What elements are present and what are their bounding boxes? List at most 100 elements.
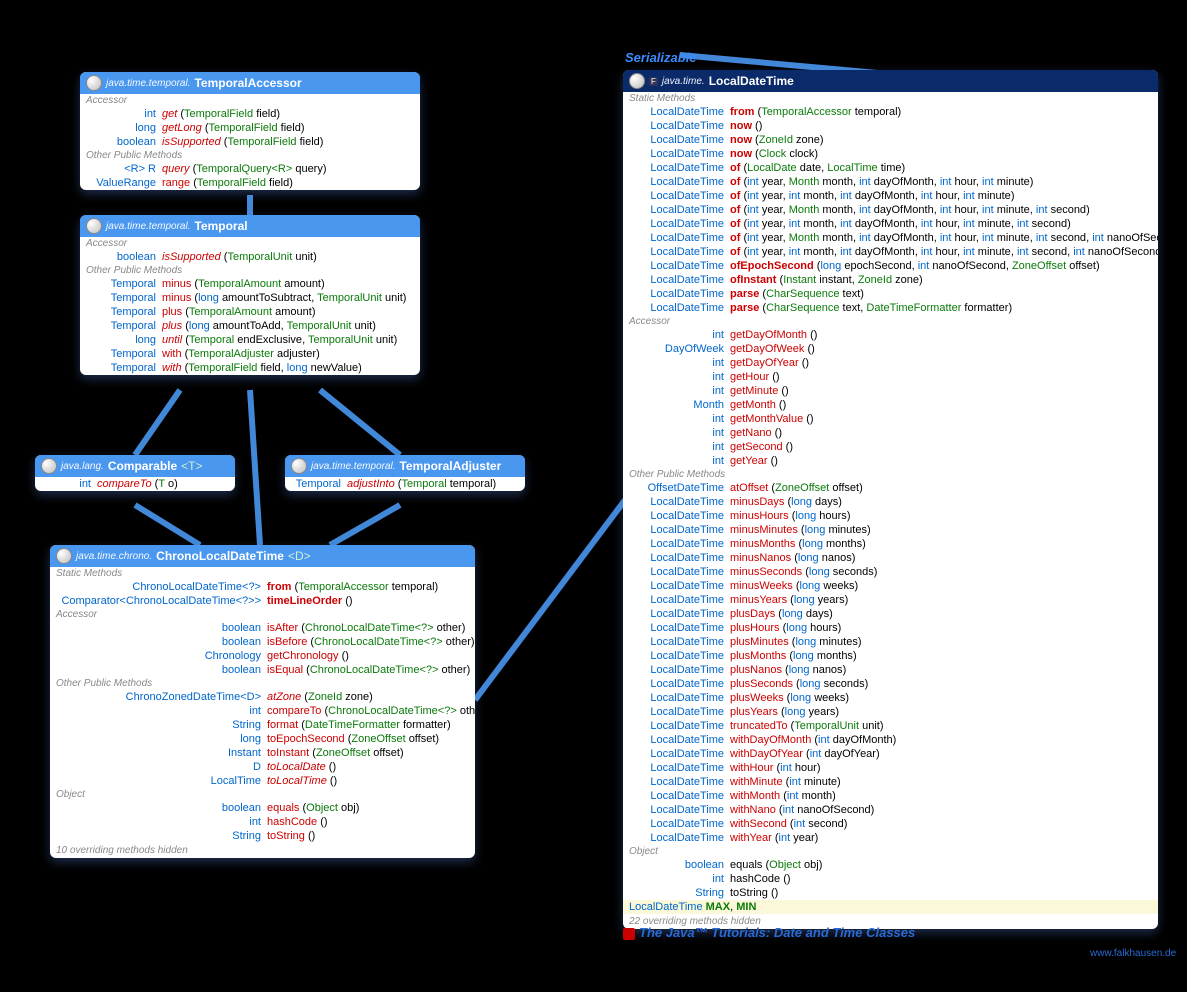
fields-row: LocalDateTime MAX, MIN <box>623 900 1158 914</box>
section-label: Static Methods <box>623 92 1158 105</box>
method-row: intcompareTo (ChronoLocalDateTime<?> oth… <box>50 704 475 718</box>
method-row: Temporalwith (TemporalAdjuster adjuster) <box>80 347 420 361</box>
box-header: Fjava.time.LocalDateTime <box>623 70 1158 92</box>
method-row: LocalDateTimetruncatedTo (TemporalUnit u… <box>623 719 1158 733</box>
method-row: booleanisSupported (TemporalField field) <box>80 135 420 149</box>
method-row: LocalDateTimeplusMinutes (long minutes) <box>623 635 1158 649</box>
section-label: Other Public Methods <box>80 264 420 277</box>
method-row: intgetMonthValue () <box>623 412 1158 426</box>
method-row: longgetLong (TemporalField field) <box>80 121 420 135</box>
method-row: booleanisAfter (ChronoLocalDateTime<?> o… <box>50 621 475 635</box>
method-row: intgetMinute () <box>623 384 1158 398</box>
method-row: LocalDateTimeof (LocalDate date, LocalTi… <box>623 161 1158 175</box>
box-temporal-adjuster: java.time.temporal.TemporalAdjusterTempo… <box>285 455 525 491</box>
method-row: booleanequals (Object obj) <box>623 858 1158 872</box>
method-row: LocalDateTimeminusHours (long hours) <box>623 509 1158 523</box>
method-row: OffsetDateTimeatOffset (ZoneOffset offse… <box>623 481 1158 495</box>
method-row: LocalDateTimeplusWeeks (long weeks) <box>623 691 1158 705</box>
box-comparable: java.lang.Comparable<T>intcompareTo (T o… <box>35 455 235 491</box>
method-row: LocalDateTimeofInstant (Instant instant,… <box>623 273 1158 287</box>
method-row: ChronoZonedDateTime<D>atZone (ZoneId zon… <box>50 690 475 704</box>
method-row: LocalDateTimewithMinute (int minute) <box>623 775 1158 789</box>
method-row: LocalDateTimewithHour (int hour) <box>623 761 1158 775</box>
method-row: LocalDateTimeplusYears (long years) <box>623 705 1158 719</box>
method-row: LocalDateTimeminusNanos (long nanos) <box>623 551 1158 565</box>
method-row: booleanisSupported (TemporalUnit unit) <box>80 250 420 264</box>
method-row: LocalDateTimewithSecond (int second) <box>623 817 1158 831</box>
method-row: Temporalminus (long amountToSubtract, Te… <box>80 291 420 305</box>
box-header: java.time.temporal.TemporalAdjuster <box>285 455 525 477</box>
method-row: intgetDayOfMonth () <box>623 328 1158 342</box>
method-row: intgetHour () <box>623 370 1158 384</box>
method-row: Temporalwith (TemporalField field, long … <box>80 361 420 375</box>
method-row: LocalDateTimewithMonth (int month) <box>623 789 1158 803</box>
box-header: java.time.temporal.TemporalAccessor <box>80 72 420 94</box>
box-header: java.lang.Comparable<T> <box>35 455 235 477</box>
method-row: longtoEpochSecond (ZoneOffset offset) <box>50 732 475 746</box>
method-row: Temporalplus (long amountToAdd, Temporal… <box>80 319 420 333</box>
method-row: longuntil (Temporal endExclusive, Tempor… <box>80 333 420 347</box>
method-row: LocalDateTimeof (int year, Month month, … <box>623 203 1158 217</box>
method-row: LocalDateTimeplusSeconds (long seconds) <box>623 677 1158 691</box>
method-row: intget (TemporalField field) <box>80 107 420 121</box>
footer-link[interactable]: The Java™ Tutorials: Date and Time Class… <box>623 925 915 940</box>
class-icon <box>41 458 57 474</box>
section-label: Other Public Methods <box>50 677 475 690</box>
section-label: Accessor <box>50 608 475 621</box>
section-label: Accessor <box>80 94 420 107</box>
class-icon <box>86 218 102 234</box>
method-row: LocalDateTimeof (int year, int month, in… <box>623 189 1158 203</box>
section-label: Accessor <box>623 315 1158 328</box>
method-row: StringtoString () <box>50 829 475 843</box>
method-row: LocalDateTimenow (ZoneId zone) <box>623 133 1158 147</box>
section-label: Object <box>623 845 1158 858</box>
method-row: ChronologygetChronology () <box>50 649 475 663</box>
method-row: LocalDateTimeof (int year, Month month, … <box>623 175 1158 189</box>
method-row: intgetDayOfYear () <box>623 356 1158 370</box>
method-row: LocalDateTimeplusMonths (long months) <box>623 649 1158 663</box>
method-row: StringtoString () <box>623 886 1158 900</box>
method-row: Temporalplus (TemporalAmount amount) <box>80 305 420 319</box>
method-row: LocalDateTimeplusHours (long hours) <box>623 621 1158 635</box>
method-row: LocalDateTimeminusYears (long years) <box>623 593 1158 607</box>
box-temporal-accessor: java.time.temporal.TemporalAccessorAcces… <box>80 72 420 190</box>
method-row: MonthgetMonth () <box>623 398 1158 412</box>
method-row: DtoLocalDate () <box>50 760 475 774</box>
method-row: LocalDateTimewithDayOfYear (int dayOfYea… <box>623 747 1158 761</box>
serializable-label: Serializable <box>625 50 697 65</box>
method-row: Stringformat (DateTimeFormatter formatte… <box>50 718 475 732</box>
method-row: LocalTimetoLocalTime () <box>50 774 475 788</box>
method-row: LocalDateTimeofEpochSecond (long epochSe… <box>623 259 1158 273</box>
method-row: <R> Rquery (TemporalQuery<R> query) <box>80 162 420 176</box>
method-row: intgetSecond () <box>623 440 1158 454</box>
method-row: inthashCode () <box>623 872 1158 886</box>
method-row: LocalDateTimefrom (TemporalAccessor temp… <box>623 105 1158 119</box>
method-row: LocalDateTimeof (int year, Month month, … <box>623 231 1158 245</box>
method-row: LocalDateTimeparse (CharSequence text) <box>623 287 1158 301</box>
method-row: LocalDateTimeminusMinutes (long minutes) <box>623 523 1158 537</box>
box-temporal: java.time.temporal.TemporalAccessorboole… <box>80 215 420 375</box>
section-label: Object <box>50 788 475 801</box>
override-note: 10 overriding methods hidden <box>50 843 475 858</box>
method-row: intcompareTo (T o) <box>35 477 235 491</box>
method-row: LocalDateTimeplusDays (long days) <box>623 607 1158 621</box>
method-row: intgetYear () <box>623 454 1158 468</box>
box-header: java.time.chrono.ChronoLocalDateTime<D> <box>50 545 475 567</box>
footer-credit[interactable]: www.falkhausen.de <box>1090 948 1176 959</box>
method-row: DayOfWeekgetDayOfWeek () <box>623 342 1158 356</box>
method-row: LocalDateTimeplusNanos (long nanos) <box>623 663 1158 677</box>
method-row: LocalDateTimewithYear (int year) <box>623 831 1158 845</box>
class-icon <box>86 75 102 91</box>
method-row: LocalDateTimenow (Clock clock) <box>623 147 1158 161</box>
method-row: inthashCode () <box>50 815 475 829</box>
oracle-icon <box>623 928 635 940</box>
method-row: ChronoLocalDateTime<?>from (TemporalAcce… <box>50 580 475 594</box>
method-row: LocalDateTimeof (int year, int month, in… <box>623 245 1158 259</box>
method-row: LocalDateTimenow () <box>623 119 1158 133</box>
method-row: booleanequals (Object obj) <box>50 801 475 815</box>
section-label: Accessor <box>80 237 420 250</box>
box-localdatetime: Fjava.time.LocalDateTimeStatic MethodsLo… <box>623 70 1158 929</box>
method-row: Temporalminus (TemporalAmount amount) <box>80 277 420 291</box>
box-chrono: java.time.chrono.ChronoLocalDateTime<D> S… <box>50 545 475 858</box>
class-icon <box>629 73 645 89</box>
